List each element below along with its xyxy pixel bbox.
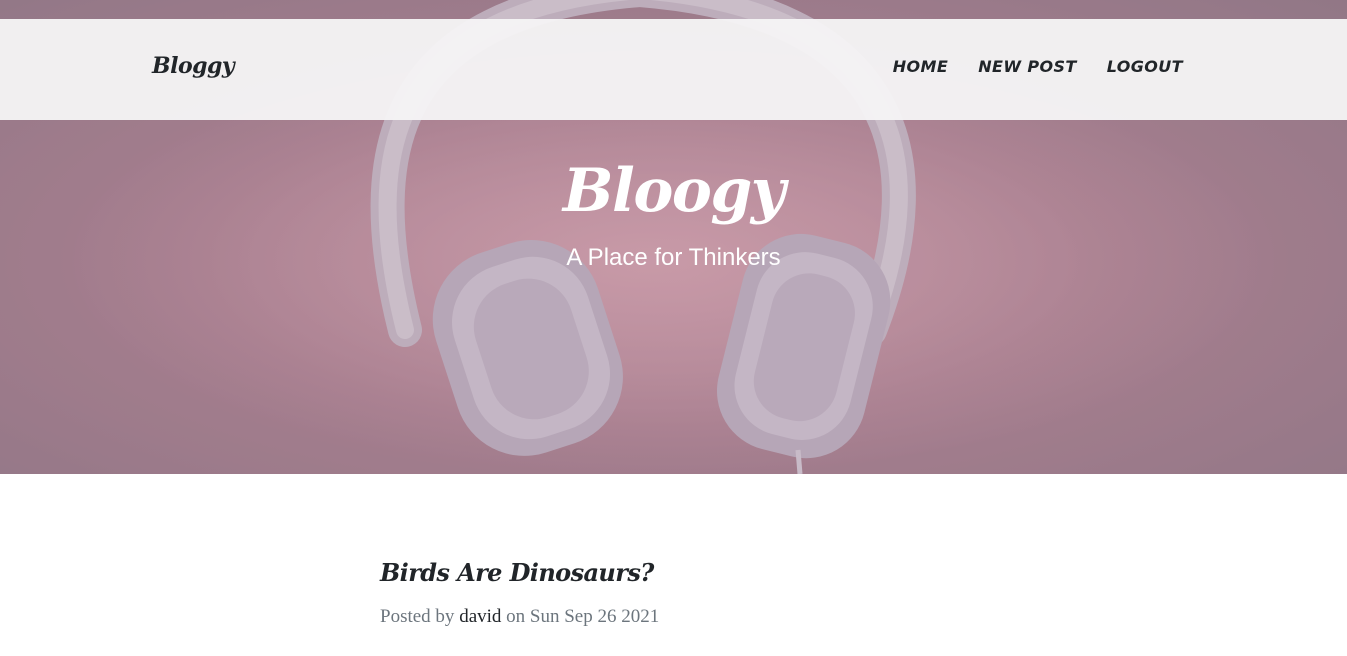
site-subtitle: A Place for Thinkers: [566, 244, 781, 271]
post-title-link[interactable]: Birds Are Dinosaurs?: [380, 556, 1100, 590]
nav-new-post-link[interactable]: NEW POST: [978, 57, 1077, 76]
main-navbar: Bloggy HOME NEW POST LOGOUT: [0, 19, 1347, 120]
post-preview: Birds Are Dinosaurs? Posted by david on …: [380, 556, 1100, 630]
nav-logout-link[interactable]: LOGOUT: [1107, 57, 1183, 76]
post-meta-prefix: Posted by: [380, 606, 455, 627]
nav-home-link[interactable]: HOME: [893, 57, 948, 76]
site-title: Bloogy: [562, 156, 786, 226]
nav-links: HOME NEW POST LOGOUT: [893, 57, 1183, 76]
post-meta-on: on: [506, 606, 526, 627]
post-date: Sun Sep 26 2021: [529, 606, 660, 627]
brand-logo-link[interactable]: Bloggy: [152, 53, 235, 79]
post-author-link[interactable]: david: [459, 606, 501, 627]
site-heading: Bloogy A Place for Thinkers: [0, 155, 1347, 273]
post-meta: Posted by david on Sun Sep 26 2021: [380, 604, 1100, 630]
